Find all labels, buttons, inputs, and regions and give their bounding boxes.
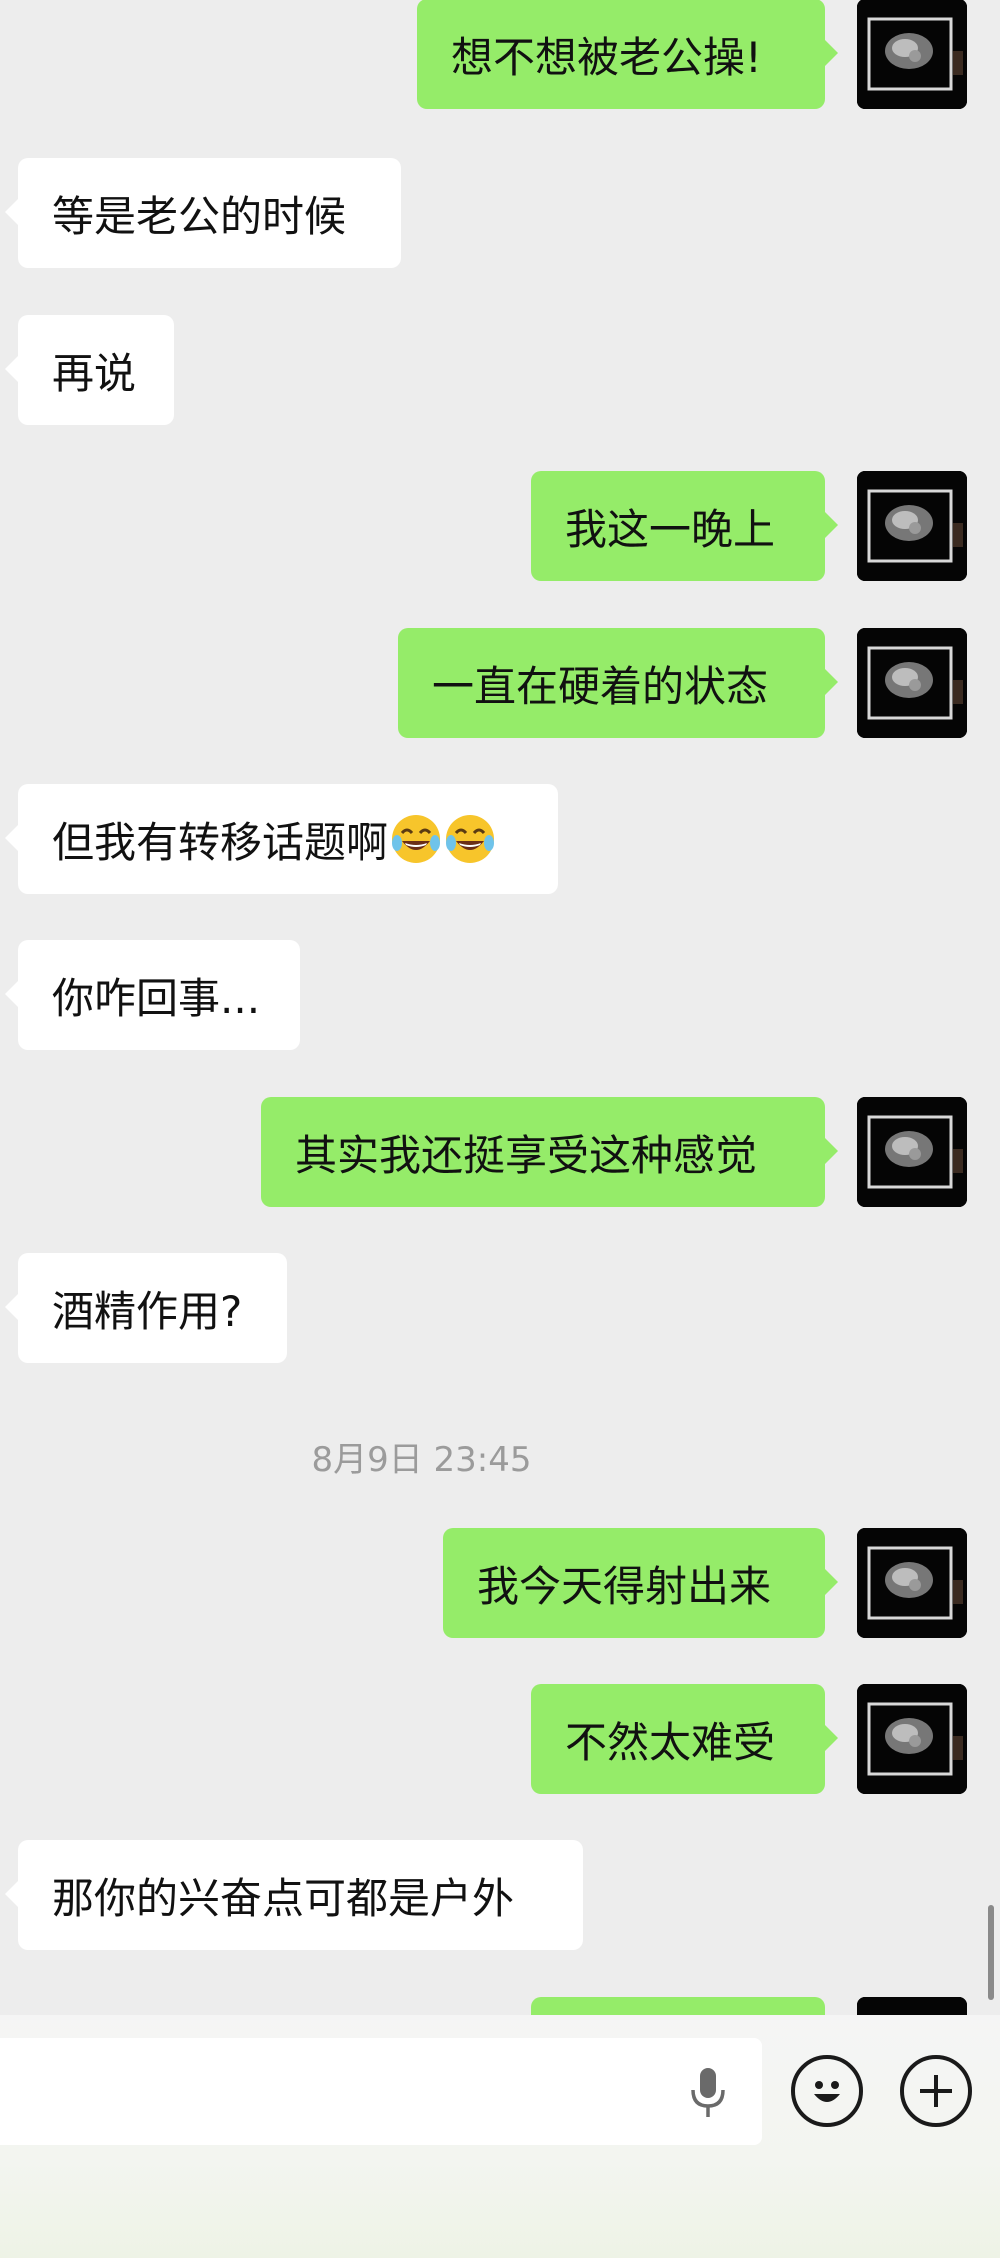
avatar[interactable] <box>857 0 967 109</box>
avatar[interactable] <box>857 471 967 581</box>
message-bubble[interactable] <box>531 1997 825 2015</box>
message-bubble[interactable]: 我这一晚上 <box>531 471 838 581</box>
avatar[interactable] <box>857 1684 967 1794</box>
message-bubble[interactable]: 酒精作用? <box>5 1253 287 1363</box>
more-functions-button[interactable] <box>900 2055 972 2127</box>
avatar[interactable] <box>857 1097 967 1207</box>
message-bubble[interactable]: 那你的兴奋点可都是户外 <box>5 1840 583 1950</box>
laughing-emoji-icon <box>446 815 495 863</box>
scrollbar[interactable] <box>988 1905 994 2000</box>
avatar[interactable] <box>857 1528 967 1638</box>
microphone-icon[interactable] <box>683 2066 733 2121</box>
laughing-emoji-icon <box>392 815 441 863</box>
message-text: 我今天得射出来 <box>477 1561 772 1611</box>
message-bubble[interactable]: 再说 <box>5 315 174 425</box>
message-text: 我这一晚上 <box>565 504 776 554</box>
message-input-field[interactable] <box>0 2038 762 2147</box>
smiley-icon <box>814 2081 840 2102</box>
message-text: 那你的兴奋点可都是户外 <box>52 1873 515 1923</box>
message-bubble[interactable]: 你咋回事... <box>5 940 300 1050</box>
avatar[interactable] <box>857 628 967 738</box>
input-bar <box>0 2015 1000 2258</box>
message-text: 等是老公的时候 <box>52 191 347 241</box>
message-text: 一直在硬着的状态 <box>432 661 769 711</box>
avatar[interactable] <box>857 1997 967 2015</box>
message-text: 其实我还挺享受这种感觉 <box>295 1130 758 1180</box>
message-text: 不然太难受 <box>565 1717 776 1767</box>
message-bubble[interactable]: 但我有转移话题啊 <box>5 784 558 894</box>
message-text: 想不想被老公操! <box>451 32 762 82</box>
message-text: 但我有转移话题啊 <box>52 817 389 867</box>
plus-icon <box>920 2075 952 2107</box>
message-bubble[interactable]: 不然太难受 <box>531 1684 838 1794</box>
emoji-button[interactable] <box>791 2055 863 2127</box>
message-input[interactable] <box>20 2038 664 2147</box>
message-text: 再说 <box>52 348 137 398</box>
chat-message-list[interactable]: 8月9日 23:45 想不想被老公操! 等是老公的时候 再说我这一晚上一直在硬着的状… <box>0 0 1000 2015</box>
message-bubble[interactable]: 我今天得射出来 <box>443 1528 838 1638</box>
message-bubble[interactable]: 一直在硬着的状态 <box>398 628 838 738</box>
timestamp: 8月9日 23:45 <box>311 1440 532 1480</box>
message-text: 你咋回事... <box>52 973 261 1023</box>
message-bubble[interactable]: 其实我还挺享受这种感觉 <box>261 1097 838 1207</box>
message-bubble[interactable]: 想不想被老公操! <box>417 0 838 109</box>
message-bubble[interactable]: 等是老公的时候 <box>5 158 401 268</box>
message-text: 酒精作用? <box>52 1286 243 1336</box>
